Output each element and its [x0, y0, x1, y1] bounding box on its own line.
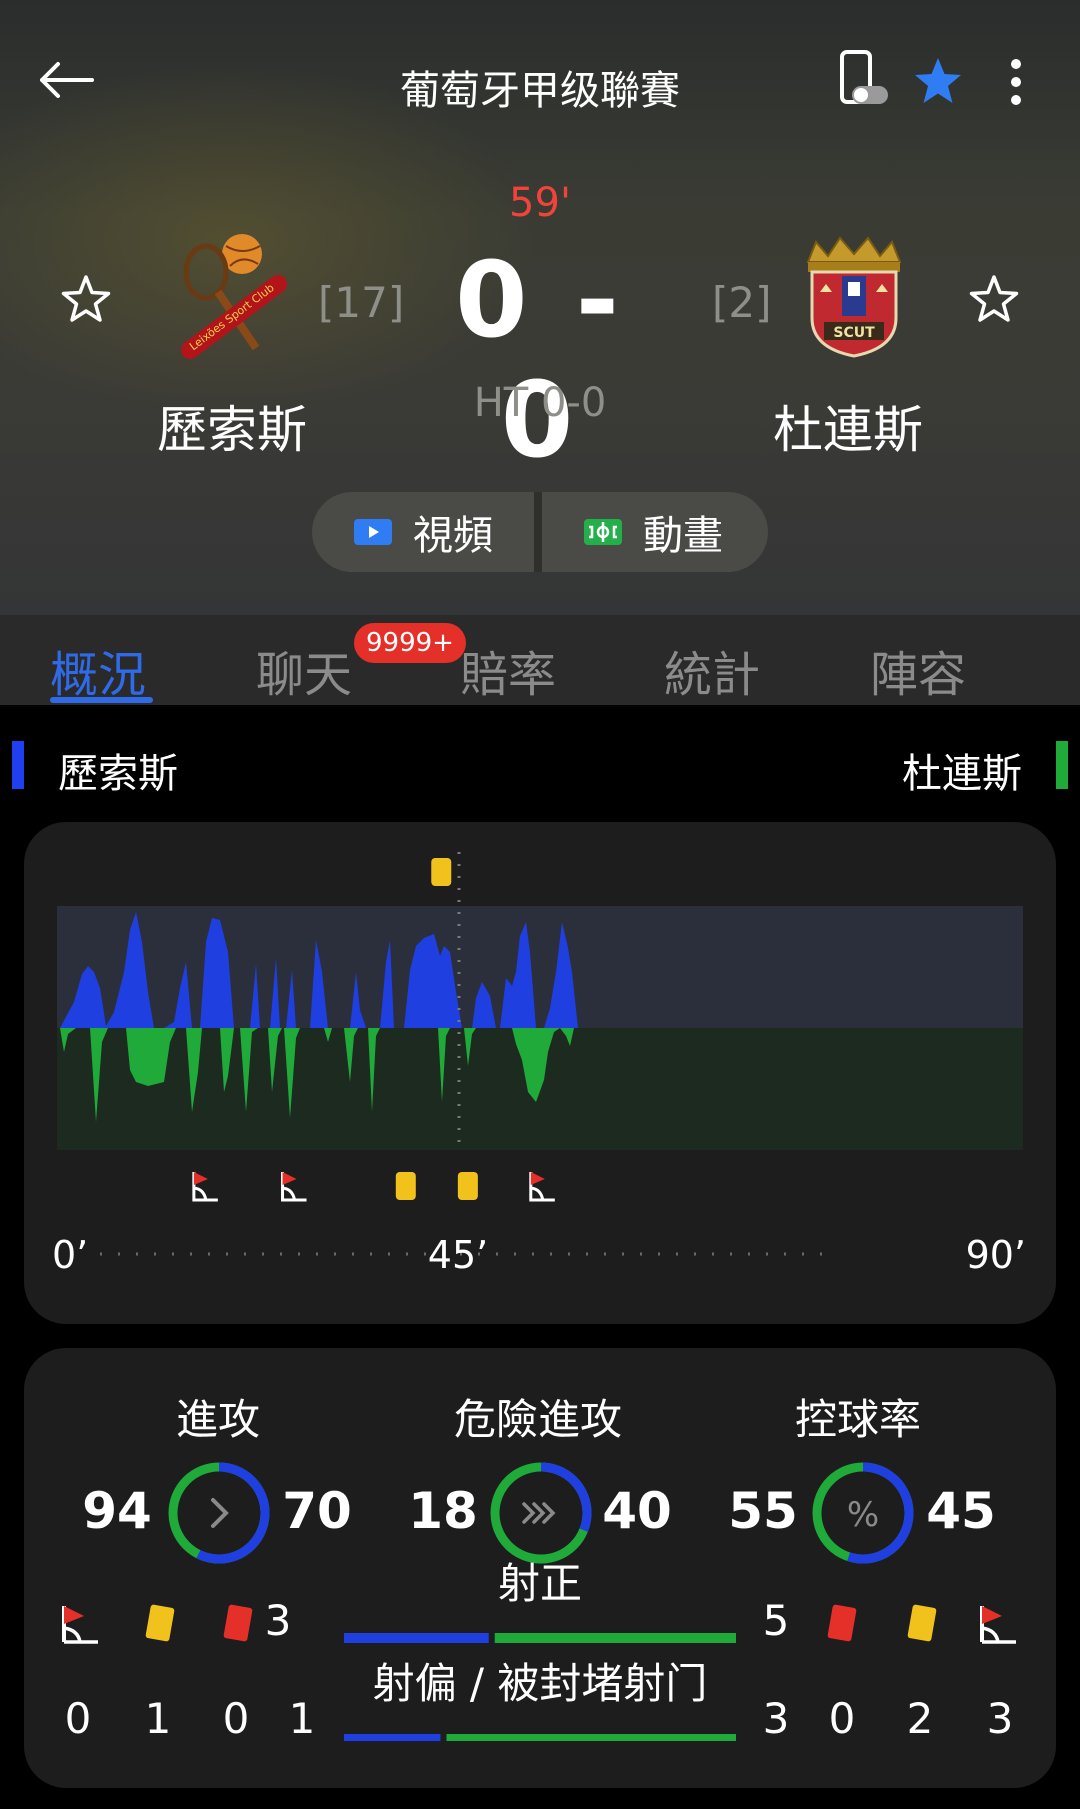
- momentum-card: 0’ 45’ 90’: [24, 822, 1056, 1324]
- video-label: 視頻: [413, 513, 493, 559]
- axis-mid-label: 45’: [428, 1233, 488, 1277]
- away-corner-icon: [980, 1606, 1016, 1644]
- shots-off-bar: [344, 1734, 736, 1741]
- favorite-star-icon[interactable]: [910, 54, 966, 110]
- top-bar: 葡萄牙甲级聯賽: [0, 40, 1080, 120]
- momentum-chart[interactable]: 0’ 45’ 90’: [24, 822, 1056, 1324]
- tab-stats[interactable]: 統計: [664, 635, 760, 705]
- tab-odds[interactable]: 賠率: [460, 635, 556, 705]
- home-team-logo[interactable]: Leixões Sport Club: [170, 232, 290, 362]
- home-shots-on-value: 3: [264, 1596, 292, 1645]
- home-red-value: 0: [222, 1694, 250, 1743]
- away-red-card-icon: [827, 1604, 857, 1642]
- home-corners-value: 0: [64, 1694, 92, 1743]
- away-shots-off-value: 3: [762, 1694, 790, 1743]
- away-team-name[interactable]: 杜連斯: [698, 390, 998, 462]
- chat-count-badge: 9999+: [354, 623, 466, 663]
- team-legend: 歷索斯 杜連斯: [0, 705, 1080, 825]
- score: 0 - 0: [455, 239, 625, 481]
- svg-text:Leixões Sport Club: Leixões Sport Club: [187, 281, 277, 353]
- away-rank: [2]: [712, 278, 772, 327]
- media-switch: 視頻 動畫: [312, 492, 768, 572]
- away-legend-name: 杜連斯: [902, 751, 1022, 797]
- attack-ring: [168, 1462, 270, 1564]
- tab-lineup[interactable]: 陣容: [870, 635, 966, 705]
- shots-off-label: 射偏 / 被封堵射门: [372, 1659, 708, 1708]
- attack-away-value: 70: [282, 1482, 352, 1540]
- stats-card: 進攻 危險進攻 控球率 94 70 18 40 55 % 45 3 射正 5 0…: [24, 1348, 1056, 1788]
- yellow-card-event[interactable]: [457, 1172, 478, 1200]
- away-shots-on-value: 5: [762, 1596, 790, 1645]
- shots-on-label: 射正: [497, 1559, 582, 1608]
- percent-icon: %: [847, 1495, 879, 1535]
- pitch-animation-icon: [584, 519, 622, 545]
- top-events-row: [431, 858, 452, 886]
- yellow-card-event[interactable]: [431, 858, 452, 886]
- tab-active-indicator: [50, 697, 153, 703]
- home-team-name[interactable]: 歷索斯: [82, 390, 382, 462]
- home-color-marker: [12, 741, 24, 789]
- home-yellow-value: 1: [144, 1694, 172, 1743]
- video-button[interactable]: 視頻: [312, 492, 534, 572]
- away-yellow-card-icon: [907, 1604, 937, 1642]
- corner-event[interactable]: [192, 1172, 218, 1202]
- dangerous-attack-label: 危險進攻: [453, 1395, 622, 1444]
- match-minute: 59': [509, 180, 571, 226]
- tab-chat[interactable]: 聊天: [256, 635, 352, 705]
- away-red-value: 0: [828, 1694, 856, 1743]
- corner-event[interactable]: [529, 1172, 555, 1202]
- home-follow-star-icon[interactable]: [58, 272, 114, 328]
- match-header: 葡萄牙甲级聯賽 59' Leixões Sport Club [17] 0 - …: [0, 0, 1080, 615]
- away-corners-value: 3: [986, 1694, 1014, 1743]
- screen-mode-icon[interactable]: [836, 50, 890, 112]
- tab-bar: 概況 聊天 9999+ 賠率 統計 陣容: [0, 615, 1080, 705]
- away-team-logo[interactable]: SCUT: [794, 232, 914, 362]
- animation-button[interactable]: 動畫: [542, 492, 764, 572]
- corner-event[interactable]: [281, 1172, 307, 1202]
- axis-end-label: 90’: [966, 1233, 1026, 1277]
- away-yellow-value: 2: [906, 1694, 934, 1743]
- play-video-icon: [354, 519, 392, 545]
- axis-start-label: 0’: [52, 1233, 88, 1277]
- attack-label: 進攻: [175, 1395, 260, 1444]
- triple-chevron-icon: [522, 1502, 556, 1524]
- more-options-icon[interactable]: [1002, 54, 1030, 110]
- possession-ring: %: [812, 1462, 914, 1564]
- yellow-card-event[interactable]: [395, 1172, 416, 1200]
- home-yellow-card-icon: [145, 1604, 175, 1642]
- away-follow-star-icon[interactable]: [966, 272, 1022, 328]
- possession-home-value: 55: [728, 1482, 798, 1540]
- chevron-right-icon: [211, 1498, 229, 1528]
- home-rank: [17]: [318, 278, 405, 327]
- animation-label: 動畫: [643, 513, 723, 559]
- dangerous-home-value: 18: [408, 1482, 478, 1540]
- home-corner-icon: [62, 1606, 98, 1644]
- dangerous-away-value: 40: [602, 1482, 672, 1540]
- home-legend-name: 歷索斯: [58, 751, 178, 797]
- pill-divider: [534, 492, 542, 572]
- away-color-marker: [1056, 741, 1068, 789]
- attack-home-value: 94: [82, 1482, 152, 1540]
- home-shots-off-value: 1: [288, 1694, 316, 1743]
- shots-on-bar: [344, 1633, 736, 1643]
- possession-away-value: 45: [926, 1482, 996, 1540]
- svg-text:SCUT: SCUT: [833, 325, 875, 341]
- possession-label: 控球率: [794, 1395, 921, 1444]
- tab-overview[interactable]: 概況: [50, 635, 146, 705]
- bottom-events-row: [192, 1172, 555, 1202]
